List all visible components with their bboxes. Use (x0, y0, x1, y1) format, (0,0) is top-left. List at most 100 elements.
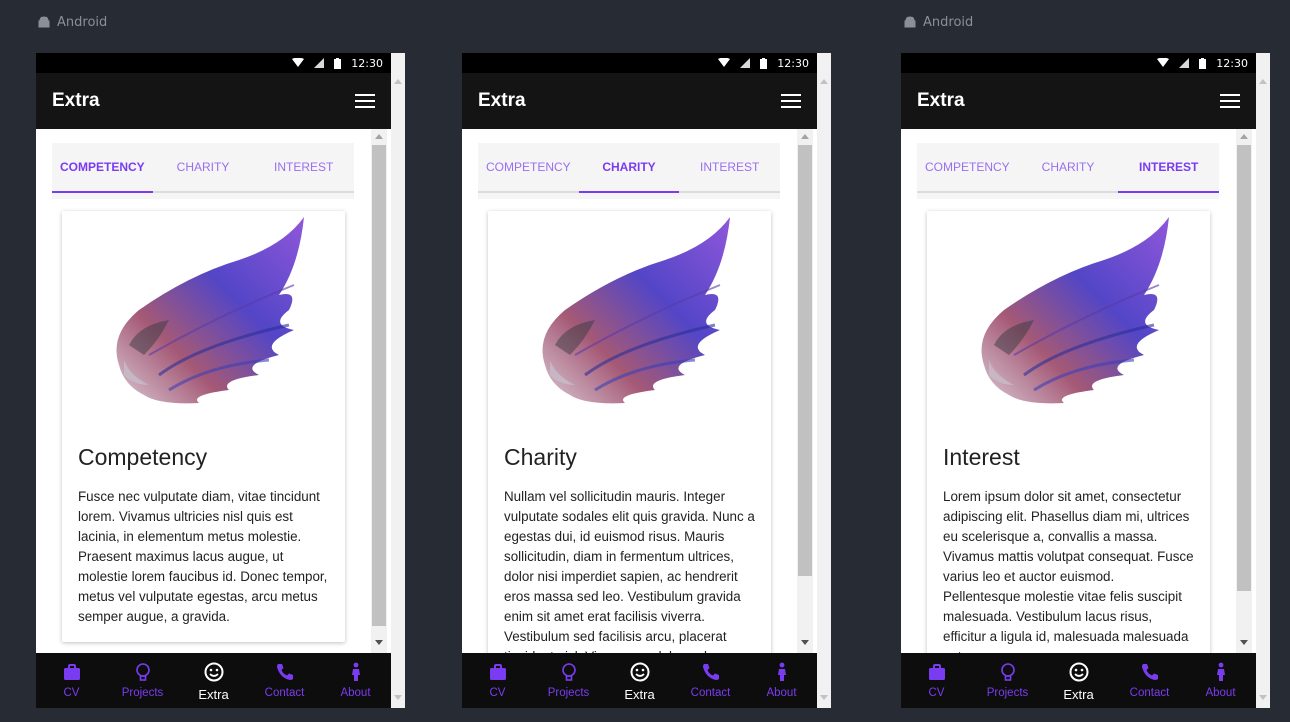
card-title: Interest (943, 444, 1020, 470)
nav-label: Extra (1063, 687, 1094, 702)
nav-item-about[interactable]: About (320, 653, 391, 708)
tab-charity[interactable]: CHARITY (578, 143, 680, 193)
tab-competency[interactable]: COMPETENCY (52, 143, 153, 193)
status-time: 12:30 (1216, 56, 1248, 70)
outer-scrollbar[interactable] (817, 53, 831, 708)
app-bar: Extra (462, 73, 817, 129)
os-label-3: Android (903, 15, 973, 30)
scroll-up-arrow[interactable] (820, 79, 828, 84)
scroll-up-arrow[interactable] (375, 134, 383, 139)
nav-item-projects[interactable]: Projects (533, 653, 604, 708)
tab-interest[interactable]: INTEREST (679, 143, 781, 193)
tab-interest[interactable]: INTEREST (253, 143, 355, 193)
card-title: Charity (504, 444, 577, 470)
card-title: Competency (78, 444, 208, 470)
smiley-icon (630, 662, 649, 682)
content-scrollbar[interactable] (1236, 129, 1252, 653)
menu-icon[interactable] (781, 94, 801, 108)
tab-charity[interactable]: CHARITY (152, 143, 254, 193)
menu-icon[interactable] (355, 94, 375, 108)
outer-scrollbar[interactable] (1256, 53, 1270, 708)
scroll-down-arrow[interactable] (820, 695, 828, 700)
nav-item-extra[interactable]: Extra (178, 653, 249, 708)
nav-item-extra[interactable]: Extra (1043, 653, 1114, 708)
tab-bar: COMPETENCY CHARITY INTEREST (52, 143, 355, 199)
scroll-up-arrow[interactable] (801, 134, 809, 139)
scrollbar-thumb[interactable] (798, 145, 812, 576)
wing-image (981, 217, 1169, 404)
content-card: Charity Nullam vel sollicitudin mauris. … (488, 211, 771, 653)
scroll-down-arrow[interactable] (375, 640, 383, 645)
tab-competency[interactable]: COMPETENCY (478, 143, 579, 193)
card-text: Nullam vel sollicitudin mauris. Integer … (504, 489, 755, 653)
scroll-up-arrow[interactable] (394, 79, 402, 84)
scroll-down-arrow[interactable] (801, 640, 809, 645)
scrollbar-thumb[interactable] (1237, 145, 1251, 591)
bottom-navigation: CV Projects Extra Contact About (36, 653, 391, 708)
smiley-icon (1069, 662, 1088, 682)
nav-label: Contact (1129, 687, 1170, 699)
scroll-down-arrow[interactable] (394, 695, 402, 700)
tab-bar: COMPETENCY CHARITY INTEREST (478, 143, 781, 199)
nav-item-contact[interactable]: Contact (249, 653, 320, 708)
nav-item-about[interactable]: About (1185, 653, 1256, 708)
nav-label: Extra (624, 687, 655, 702)
app-bar-title: Extra (52, 90, 100, 111)
nav-label: About (340, 687, 371, 699)
person-icon (1216, 662, 1225, 681)
briefcase-icon (63, 664, 80, 680)
app-bar-title: Extra (917, 90, 965, 111)
scroll-down-arrow[interactable] (1240, 640, 1248, 645)
tab-interest[interactable]: INTEREST (1118, 143, 1220, 193)
nav-item-cv[interactable]: CV (36, 653, 107, 708)
menu-icon[interactable] (1220, 94, 1240, 108)
tab-charity[interactable]: CHARITY (1017, 143, 1119, 193)
wing-image (116, 217, 304, 404)
phone-icon (1141, 664, 1158, 680)
tab-competency[interactable]: COMPETENCY (917, 143, 1018, 193)
nav-label: CV (489, 687, 506, 699)
nav-label: About (766, 687, 797, 699)
nav-item-contact[interactable]: Contact (675, 653, 746, 708)
bottom-navigation: CV Projects Extra Contact About (901, 653, 1256, 708)
battery-icon (334, 57, 342, 69)
nav-item-about[interactable]: About (746, 653, 817, 708)
content-area: COMPETENCY CHARITY INTEREST (901, 129, 1256, 653)
content-card: Interest Lorem ipsum dolor sit amet, con… (927, 211, 1210, 653)
nav-label: CV (928, 687, 945, 699)
status-time: 12:30 (351, 56, 383, 70)
device-screen-1: 12:30 Extra COMPETENCY CHARITY INTEREST (36, 53, 405, 708)
battery-icon (760, 57, 768, 69)
nav-label: Projects (121, 687, 164, 699)
nav-item-projects[interactable]: Projects (107, 653, 178, 708)
os-label-1: Android (37, 15, 107, 30)
signal-icon (314, 58, 325, 68)
nav-item-projects[interactable]: Projects (972, 653, 1043, 708)
wifi-icon (292, 58, 305, 67)
nav-item-contact[interactable]: Contact (1114, 653, 1185, 708)
scroll-up-arrow[interactable] (1240, 134, 1248, 139)
nav-item-extra[interactable]: Extra (604, 653, 675, 708)
phone-icon (702, 664, 719, 680)
person-icon (351, 662, 360, 681)
content-scrollbar[interactable] (371, 129, 387, 653)
briefcase-icon (928, 664, 945, 680)
outer-scrollbar[interactable] (391, 53, 405, 708)
nav-label: CV (63, 687, 80, 699)
nav-item-cv[interactable]: CV (462, 653, 533, 708)
app-bar-title: Extra (478, 90, 526, 111)
signal-icon (740, 58, 751, 68)
person-icon (777, 662, 786, 681)
scroll-up-arrow[interactable] (1259, 79, 1267, 84)
scrollbar-thumb[interactable] (372, 145, 386, 626)
content-scrollbar[interactable] (797, 129, 813, 653)
app-bar: Extra (36, 73, 391, 129)
nav-item-cv[interactable]: CV (901, 653, 972, 708)
scroll-down-arrow[interactable] (1259, 695, 1267, 700)
nav-label: Contact (264, 687, 305, 699)
app-bar: Extra (901, 73, 1256, 129)
status-bar: 12:30 (36, 53, 391, 73)
lightbulb-icon (135, 663, 150, 681)
content-area: COMPETENCY CHARITY INTEREST (462, 129, 817, 653)
card-image (488, 211, 771, 429)
